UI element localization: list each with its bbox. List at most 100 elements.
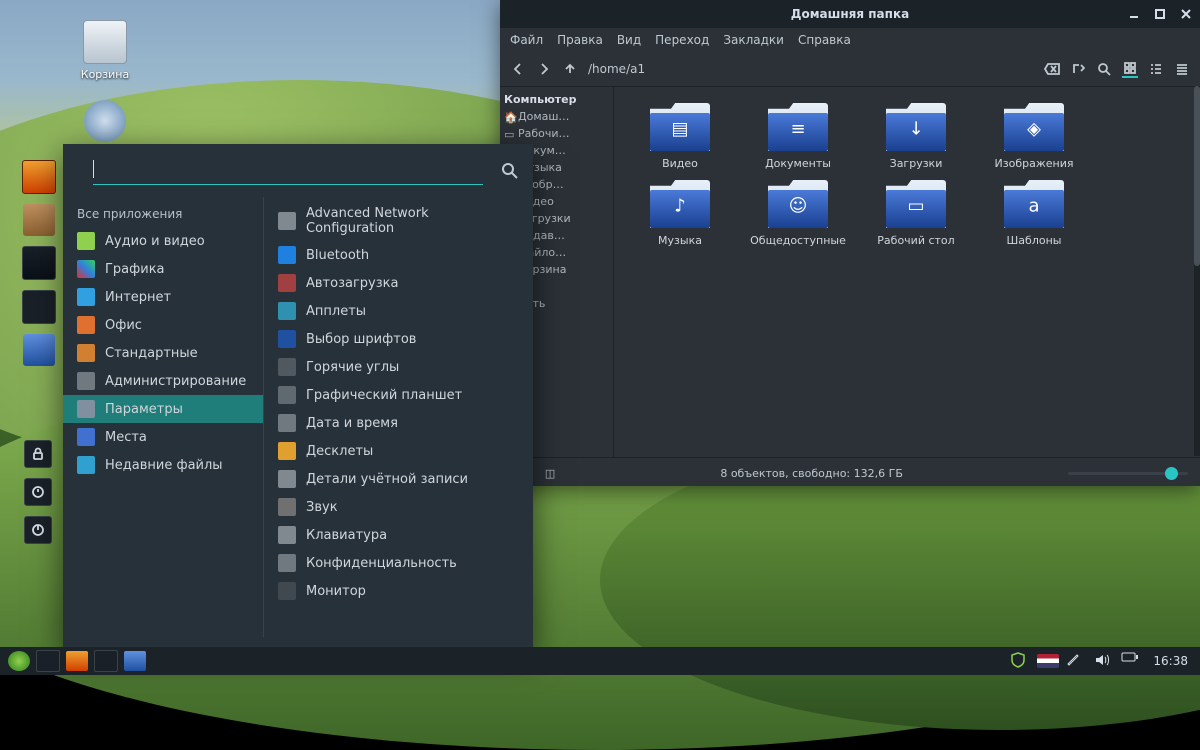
menu-search <box>63 144 533 193</box>
tray-keyboard-layout[interactable] <box>1037 654 1059 668</box>
search-icon[interactable] <box>1096 61 1112 77</box>
menu-search-input[interactable] <box>93 160 483 185</box>
category-admin[interactable]: Администрирование <box>63 367 263 395</box>
app-desklet[interactable]: Десклеты <box>264 437 533 465</box>
app-sound[interactable]: Звук <box>264 493 533 521</box>
fm-statusbar: ⤢ ◫ 8 объектов, свободно: 132,6 ГБ <box>500 457 1200 488</box>
category-std[interactable]: Стандартные <box>63 339 263 367</box>
folder-img[interactable]: ◈Изображения <box>984 103 1084 170</box>
app-mon[interactable]: Монитор <box>264 577 533 605</box>
app-bt[interactable]: Bluetooth <box>264 241 533 269</box>
view-icons-icon[interactable] <box>1122 60 1138 78</box>
folder-icon: ♪ <box>650 180 710 228</box>
folder-share[interactable]: ☺Общедоступные <box>748 180 848 247</box>
folder-icon: ▭ <box>886 180 946 228</box>
folder-tmpl[interactable]: aШаблоны <box>984 180 1084 247</box>
folder-doc[interactable]: ≡Документы <box>748 103 848 170</box>
folder-icon: a <box>1004 180 1064 228</box>
menu-file[interactable]: Файл <box>510 33 543 47</box>
tray-shield-icon[interactable] <box>1009 651 1031 671</box>
menu-go[interactable]: Переход <box>655 33 709 47</box>
power-button[interactable] <box>24 516 52 544</box>
lock-button[interactable] <box>24 440 52 468</box>
app-applet[interactable]: Апплеты <box>264 297 533 325</box>
close-button[interactable] <box>1178 6 1194 22</box>
category-av[interactable]: Аудио и видео <box>63 227 263 255</box>
software-icon[interactable] <box>23 204 55 236</box>
category-params[interactable]: Параметры <box>63 395 263 423</box>
taskbar-firefox[interactable] <box>66 651 88 671</box>
zoom-slider[interactable] <box>1068 472 1188 475</box>
app-auto[interactable]: Автозагрузка <box>264 269 533 297</box>
folder-film[interactable]: ▤Видео <box>630 103 730 170</box>
minimize-button[interactable] <box>1126 6 1142 22</box>
tray-volume-icon[interactable] <box>1093 651 1115 671</box>
fm-toolbar: /home/a1 <box>500 52 1200 86</box>
file-manager-window: Домашняя папка Файл Правка Вид Переход З… <box>500 0 1200 486</box>
folder-down[interactable]: ↓Загрузки <box>866 103 966 170</box>
category-places[interactable]: Места <box>63 423 263 451</box>
app-tablet[interactable]: Графический планшет <box>264 381 533 409</box>
view-compact-icon[interactable] <box>1174 61 1190 77</box>
applet-icon <box>278 302 296 320</box>
nav-back-icon[interactable] <box>510 61 526 77</box>
tablet-icon <box>278 386 296 404</box>
menu-categories: Все приложения Аудио и видеоГрафикаИнтер… <box>63 197 263 637</box>
view-list-icon[interactable] <box>1148 61 1164 77</box>
trash-icon <box>83 20 127 64</box>
taskbar-clock[interactable]: 16:38 <box>1149 654 1192 668</box>
bt-icon <box>278 246 296 264</box>
folder-music[interactable]: ♪Музыка <box>630 180 730 247</box>
path-toggle-icon[interactable] <box>1070 61 1086 77</box>
nav-forward-icon[interactable] <box>536 61 552 77</box>
taskbar-terminal[interactable] <box>94 650 118 672</box>
app-corner[interactable]: Горячие углы <box>264 353 533 381</box>
nav-up-icon[interactable] <box>562 61 578 77</box>
sidebar-home[interactable]: 🏠Домаш… <box>504 108 609 125</box>
user-icon <box>278 470 296 488</box>
desktop-chromium[interactable] <box>70 100 140 146</box>
app-font[interactable]: Выбор шрифтов <box>264 325 533 353</box>
kbd-icon <box>278 526 296 544</box>
admin-icon <box>77 372 95 390</box>
fm-menubar: Файл Правка Вид Переход Закладки Справка <box>500 28 1200 52</box>
app-date[interactable]: Дата и время <box>264 409 533 437</box>
logout-button[interactable] <box>24 478 52 506</box>
menu-view[interactable]: Вид <box>617 33 641 47</box>
category-office[interactable]: Офис <box>63 311 263 339</box>
fm-titlebar[interactable]: Домашняя папка <box>500 0 1200 28</box>
taskbar-files[interactable] <box>124 651 146 671</box>
app-user[interactable]: Детали учётной записи <box>264 465 533 493</box>
maximize-button[interactable] <box>1152 6 1168 22</box>
menu-edit[interactable]: Правка <box>557 33 603 47</box>
sidebar-desktop[interactable]: ▭Рабочи… <box>504 125 609 142</box>
clear-path-icon[interactable] <box>1044 61 1060 77</box>
menu-help[interactable]: Справка <box>798 33 851 47</box>
terminal-icon[interactable] <box>22 246 56 280</box>
tray-battery-icon[interactable] <box>1121 651 1143 671</box>
search-icon[interactable] <box>501 162 519 180</box>
desklet-icon <box>278 442 296 460</box>
app-kbd[interactable]: Клавиатура <box>264 521 533 549</box>
status-split-icon[interactable]: ◫ <box>545 467 555 480</box>
tray-color-icon[interactable] <box>1065 651 1087 671</box>
folder-icon: ↓ <box>886 103 946 151</box>
menu-bookmarks[interactable]: Закладки <box>723 33 784 47</box>
category-recent[interactable]: Недавние файлы <box>63 451 263 479</box>
category-gfx[interactable]: Графика <box>63 255 263 283</box>
trash-label: Корзина <box>81 68 129 81</box>
app-privacy[interactable]: Конфиденциальность <box>264 549 533 577</box>
taskbar-show-desktop[interactable] <box>36 650 60 672</box>
folder-desk[interactable]: ▭Рабочий стол <box>866 180 966 247</box>
desktop-trash[interactable]: Корзина <box>70 20 140 81</box>
recent-icon <box>77 456 95 474</box>
fm-folder-grid: ▤Видео ≡Документы ↓Загрузки ◈Изображения ♪Му… <box>614 87 1200 457</box>
category-net[interactable]: Интернет <box>63 283 263 311</box>
fm-path[interactable]: /home/a1 <box>588 62 1034 76</box>
app-net[interactable]: Advanced Network Configuration <box>264 201 533 241</box>
firefox-icon[interactable] <box>22 160 56 194</box>
start-button[interactable] <box>8 651 30 671</box>
std-icon <box>77 344 95 362</box>
files-icon[interactable] <box>23 334 55 366</box>
terminal2-icon[interactable] <box>22 290 56 324</box>
